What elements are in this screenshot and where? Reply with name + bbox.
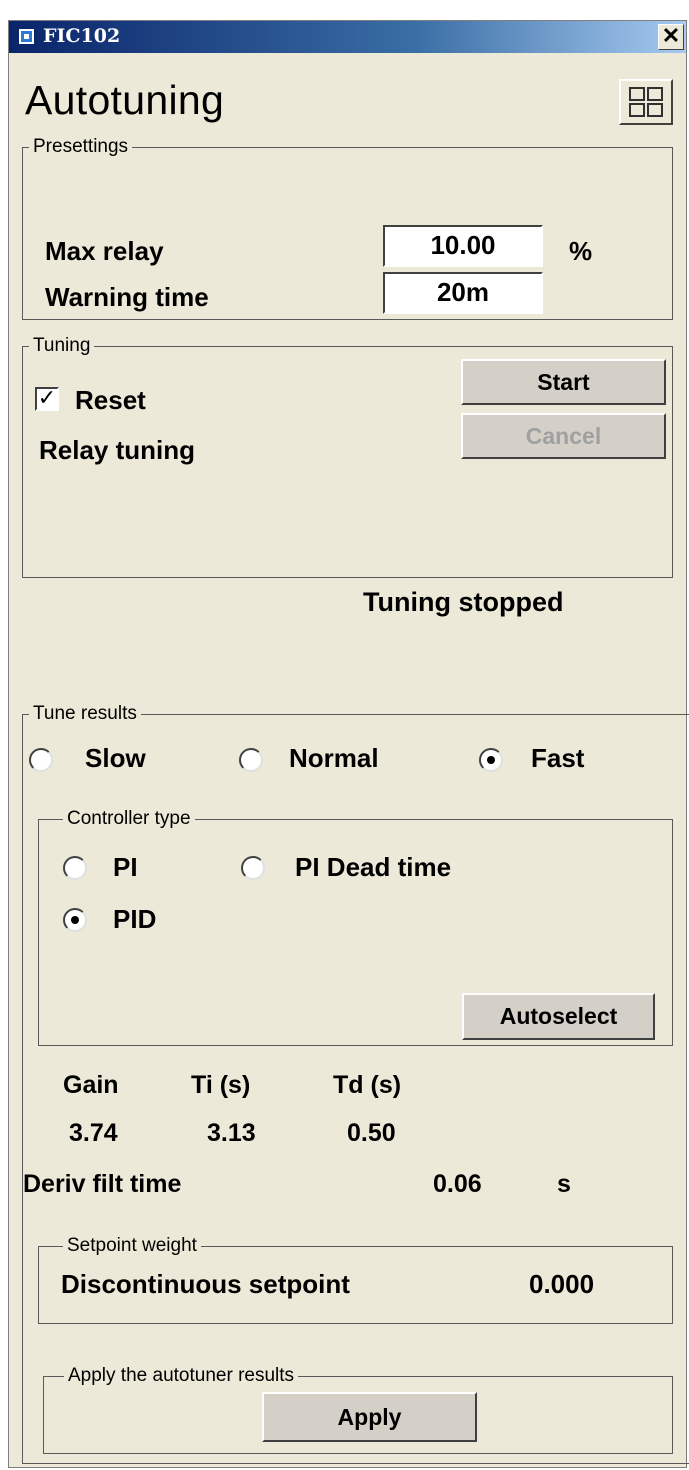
td-header: Td (s) (333, 1071, 402, 1099)
tuning-status: Tuning stopped (363, 587, 564, 617)
discontinuous-setpoint-value: 0.000 (529, 1269, 595, 1299)
gain-value: 3.74 (69, 1119, 118, 1147)
controller-radio-pid[interactable] (63, 908, 87, 932)
apply-group: Apply the autotuner results Apply (43, 1365, 673, 1454)
page-title: Autotuning (25, 77, 225, 123)
max-relay-field[interactable]: 10.00 (383, 225, 543, 267)
speed-label-fast: Fast (531, 743, 585, 773)
td-value: 0.50 (347, 1119, 396, 1147)
gain-header: Gain (63, 1071, 119, 1099)
check-icon: ✓ (37, 385, 57, 410)
speed-label-slow: Slow (85, 743, 146, 773)
start-button[interactable]: Start (461, 359, 666, 405)
warning-time-label: Warning time (45, 282, 209, 312)
speed-radio-normal[interactable] (239, 748, 263, 772)
warning-time-field[interactable]: 20m (383, 272, 543, 314)
tune-results-legend: Tune results (29, 703, 141, 725)
close-icon: ✕ (661, 23, 681, 48)
reset-checkbox[interactable]: ✓ (35, 387, 59, 411)
ti-header: Ti (s) (191, 1071, 251, 1099)
cancel-button[interactable]: Cancel (461, 413, 666, 459)
autotuning-window: FIC102 ✕ Autotuning Presettings Max rela… (8, 20, 689, 1468)
controller-radio-pi[interactable] (63, 856, 87, 880)
setpoint-weight-group: Setpoint weight Discontinuous setpoint 0… (38, 1235, 673, 1324)
deriv-filt-unit: s (557, 1170, 571, 1198)
tuning-legend: Tuning (29, 335, 95, 357)
speed-label-normal: Normal (289, 743, 379, 773)
deriv-filt-value: 0.06 (433, 1170, 482, 1198)
controller-label-pi: PI (113, 852, 138, 882)
tuning-group: Tuning ✓ Reset Relay tuning Start Cancel (22, 335, 673, 578)
speed-radio-fast[interactable] (479, 748, 503, 772)
title-bar[interactable]: FIC102 ✕ (9, 21, 686, 53)
controller-type-group: Controller type PI PI Dead time PID Auto… (38, 808, 673, 1046)
app-icon (18, 28, 35, 45)
presettings-group: Presettings Max relay 10.00 % Warning ti… (22, 136, 673, 320)
presettings-legend: Presettings (29, 136, 133, 158)
close-button[interactable]: ✕ (658, 24, 684, 50)
window-title: FIC102 (43, 25, 121, 47)
reset-label: Reset (75, 385, 146, 415)
controller-label-pid: PID (113, 904, 157, 934)
controller-label-pi-dead-time: PI Dead time (295, 852, 452, 882)
speed-radio-slow[interactable] (29, 748, 53, 772)
setpoint-weight-legend: Setpoint weight (63, 1235, 201, 1257)
layout-button[interactable] (619, 79, 673, 125)
max-relay-unit: % (569, 236, 593, 266)
tune-results-group: Tune results Slow Normal Fast Controller… (22, 703, 689, 1464)
controller-type-legend: Controller type (63, 808, 195, 830)
max-relay-label: Max relay (45, 236, 164, 266)
discontinuous-setpoint-label: Discontinuous setpoint (61, 1269, 350, 1299)
relay-tuning-label: Relay tuning (39, 435, 196, 465)
ti-value: 3.13 (207, 1119, 256, 1147)
apply-legend: Apply the autotuner results (64, 1365, 299, 1387)
controller-radio-pi-dead-time[interactable] (241, 856, 265, 880)
apply-button[interactable]: Apply (262, 1392, 477, 1442)
autoselect-button[interactable]: Autoselect (462, 993, 655, 1040)
deriv-filt-label: Deriv filt time (23, 1170, 182, 1198)
